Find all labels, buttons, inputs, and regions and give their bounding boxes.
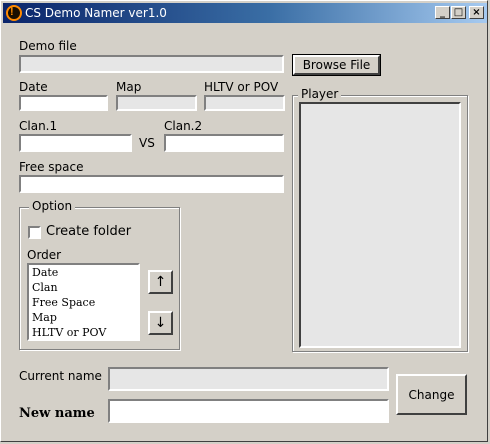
clan1-label: Clan.1	[19, 119, 58, 133]
option-group-title: Option	[29, 199, 76, 213]
clan2-label: Clan.2	[164, 119, 203, 133]
maximize-button[interactable]: □	[451, 6, 466, 19]
title-bar[interactable]: ! CS Demo Namer ver1.0 _ □ ×	[3, 3, 487, 23]
up-arrow-icon: ↑	[154, 274, 167, 290]
list-item[interactable]: HLTV or POV	[29, 325, 138, 339]
main-window: ! CS Demo Namer ver1.0 _ □ × Demo file B…	[0, 0, 488, 442]
browse-file-button[interactable]: Browse File	[292, 54, 381, 76]
order-label: Order	[27, 248, 62, 262]
list-item[interactable]: Free Space	[29, 295, 138, 310]
list-item[interactable]: Date	[29, 265, 138, 280]
close-button[interactable]: ×	[469, 6, 484, 19]
current-name-label: Current name	[19, 369, 102, 383]
create-folder-checkbox[interactable]	[28, 226, 41, 239]
player-group-title: Player	[298, 87, 342, 101]
map-field	[116, 95, 197, 111]
change-button[interactable]: Change	[396, 374, 467, 415]
list-item[interactable]: Clan	[29, 280, 138, 295]
new-name-field[interactable]	[108, 399, 389, 423]
vs-label: VS	[139, 136, 155, 150]
clan1-field[interactable]	[19, 134, 132, 152]
map-label: Map	[116, 80, 142, 94]
player-list[interactable]	[299, 102, 461, 348]
down-arrow-icon: ↓	[154, 315, 167, 331]
hltv-field	[204, 95, 285, 111]
clan2-field[interactable]	[164, 134, 284, 152]
app-icon: !	[6, 5, 22, 21]
demo-file-field	[19, 55, 284, 73]
date-field[interactable]	[19, 95, 108, 111]
minimize-button[interactable]: _	[435, 6, 450, 19]
new-name-label: New name	[19, 406, 95, 421]
create-folder-label[interactable]: Create folder	[46, 224, 131, 239]
window-title: CS Demo Namer ver1.0	[25, 6, 167, 20]
hltv-label: HLTV or POV	[204, 80, 279, 94]
current-name-field	[108, 367, 389, 391]
free-space-label: Free space	[19, 160, 84, 174]
move-up-button[interactable]: ↑	[148, 270, 173, 294]
free-space-field[interactable]	[19, 175, 284, 193]
order-listbox[interactable]: Date Clan Free Space Map HLTV or POV	[27, 263, 140, 341]
list-item[interactable]: Map	[29, 310, 138, 325]
demo-file-label: Demo file	[19, 39, 77, 53]
move-down-button[interactable]: ↓	[148, 311, 173, 335]
date-label: Date	[19, 80, 48, 94]
